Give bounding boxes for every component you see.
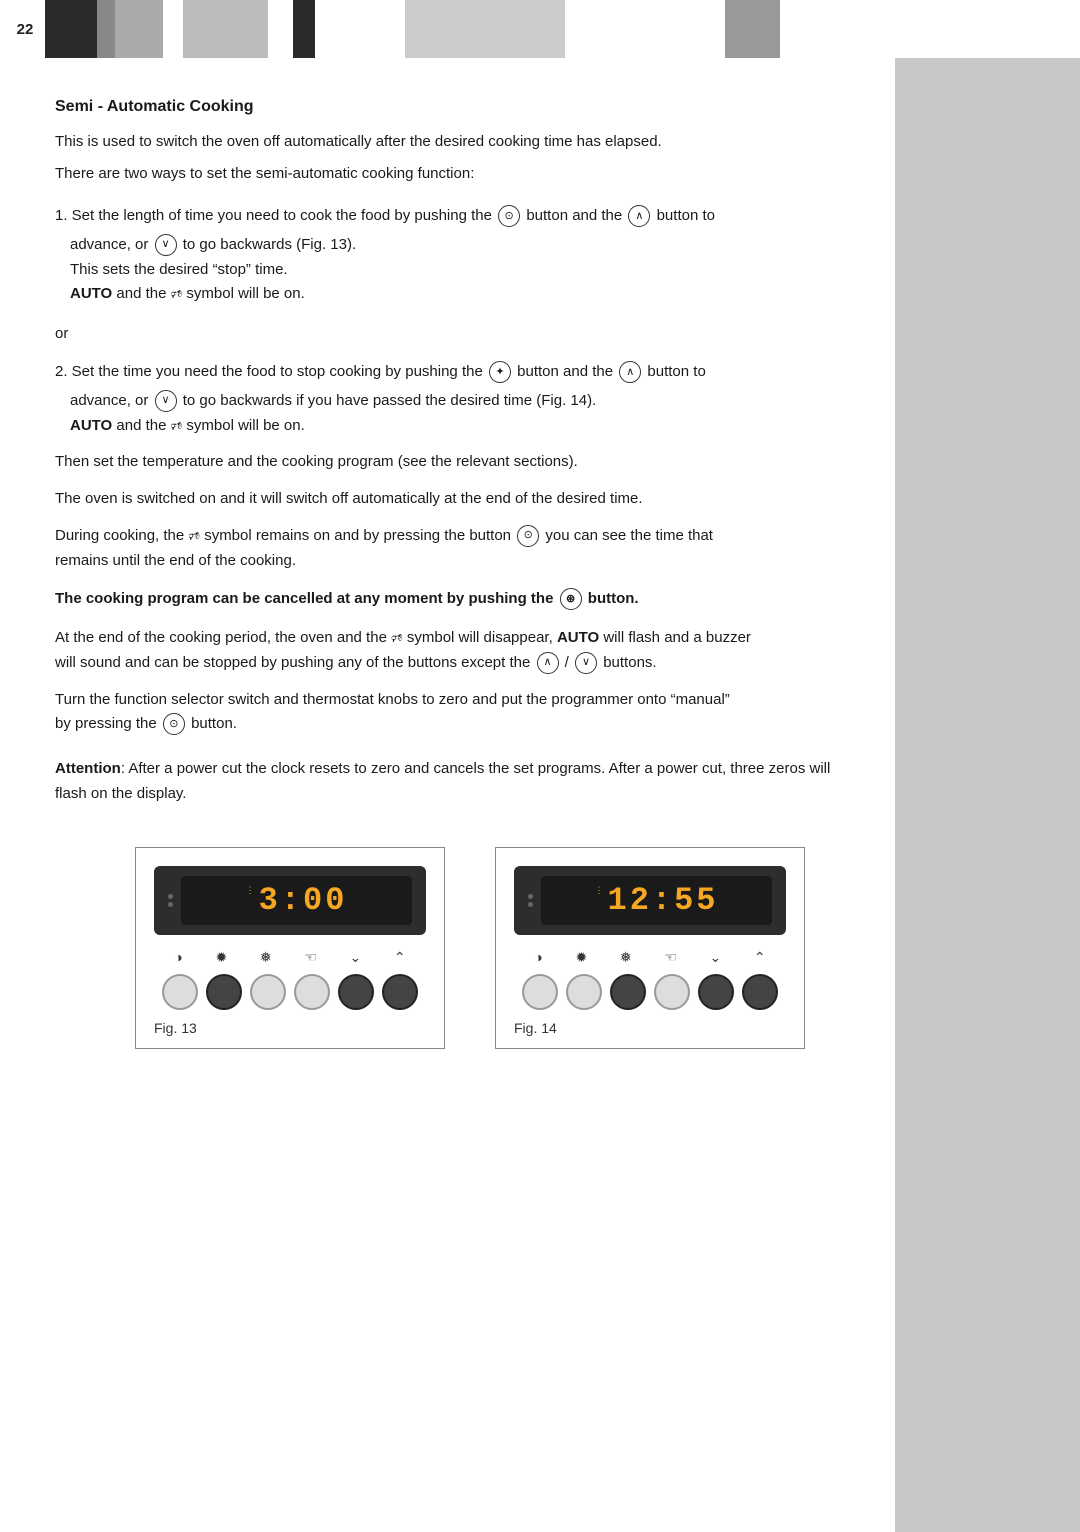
timer-icon-1: ⊙ bbox=[498, 205, 520, 227]
auto-bold: AUTO bbox=[557, 629, 599, 646]
icon-snowflake-13: ❅ bbox=[260, 949, 272, 966]
dot-2 bbox=[168, 902, 173, 907]
header-block-6 bbox=[268, 0, 293, 58]
header-block-8 bbox=[315, 0, 405, 58]
step2-indent: advance, or ∨ to go backwards if you hav… bbox=[55, 389, 845, 439]
header-block-7 bbox=[293, 0, 315, 58]
header-bar: 22 bbox=[0, 0, 1080, 58]
auto-symbol-1: AUTO bbox=[70, 285, 112, 302]
figures-section: ⋮ 3:00 ◑ ✹ ❅ ☜ ⌄ ⌃ bbox=[55, 847, 845, 1049]
btn2-13[interactable] bbox=[206, 974, 242, 1010]
step2-block: 2. Set the time you need the food to sto… bbox=[55, 360, 845, 438]
step1-symbol-text: and the 🕫 symbol will be on. bbox=[116, 285, 304, 302]
step1-block: 1. Set the length of time you need to co… bbox=[55, 204, 845, 307]
btn1-14[interactable] bbox=[522, 974, 558, 1010]
header-block-10 bbox=[565, 0, 725, 58]
attention-block: Attention: After a power cut the clock r… bbox=[55, 757, 845, 807]
header-block-9 bbox=[405, 0, 565, 58]
figure-14: ⋮ 12:55 ◑ ✹ ❅ ☜ ⌄ ⌃ bbox=[495, 847, 805, 1049]
icon-snowflake-14: ❅ bbox=[620, 949, 632, 966]
btn6-13[interactable] bbox=[382, 974, 418, 1010]
header-decoration bbox=[45, 0, 780, 58]
attention-bold: Attention bbox=[55, 760, 121, 777]
step1-text: 1. Set the length of time you need to co… bbox=[55, 207, 715, 224]
step2-symbol-text: and the 🕫 symbol will be on. bbox=[116, 417, 304, 434]
icon-fork-14: ✹ bbox=[575, 949, 587, 966]
right-panel bbox=[895, 0, 1080, 1532]
btn4-13[interactable] bbox=[294, 974, 330, 1010]
main-content: Semi - Automatic Cooking This is used to… bbox=[0, 58, 900, 1089]
up-button-1: ∧ bbox=[628, 205, 650, 227]
header-block-1 bbox=[45, 0, 97, 58]
dot-4 bbox=[528, 902, 533, 907]
btn5-14[interactable] bbox=[698, 974, 734, 1010]
dot-3 bbox=[528, 894, 533, 899]
header-block-11 bbox=[725, 0, 780, 58]
buttons-row-13 bbox=[158, 974, 422, 1010]
btn4-14[interactable] bbox=[654, 974, 690, 1010]
manual-text: Turn the function selector switch and th… bbox=[55, 688, 845, 738]
display-time-13: 3:00 bbox=[259, 882, 348, 919]
dot-1 bbox=[168, 894, 173, 899]
fig14-label: Fig. 14 bbox=[514, 1020, 786, 1036]
indicator-13 bbox=[168, 894, 173, 907]
btn1-13[interactable] bbox=[162, 974, 198, 1010]
btn2-14[interactable] bbox=[566, 974, 602, 1010]
or-line: or bbox=[55, 325, 845, 342]
display-screen-14: ⋮ 12:55 bbox=[541, 876, 772, 925]
manual-icon: ⊙ bbox=[163, 713, 185, 735]
icon-hand-14: ☜ bbox=[664, 949, 677, 966]
auto-symbol-2: AUTO bbox=[70, 417, 112, 434]
figure-13: ⋮ 3:00 ◑ ✹ ❅ ☜ ⌄ ⌃ bbox=[135, 847, 445, 1049]
control-panel-14: ◑ ✹ ❅ ☜ ⌄ ⌃ bbox=[514, 949, 786, 1010]
up-button-2: ∧ bbox=[619, 361, 641, 383]
buttons-row-14 bbox=[518, 974, 782, 1010]
down-button-2: ∨ bbox=[155, 390, 177, 412]
btn5-13[interactable] bbox=[338, 974, 374, 1010]
icon-bell-14: ◑ bbox=[534, 949, 542, 965]
body-text-1: Then set the temperature and the cooking… bbox=[55, 450, 845, 475]
intro-line1: This is used to switch the oven off auto… bbox=[55, 130, 845, 154]
icon-up-13: ⌃ bbox=[394, 949, 406, 966]
step2-text: 2. Set the time you need the food to sto… bbox=[55, 363, 706, 380]
down-icon-cancel: ∨ bbox=[575, 652, 597, 674]
control-panel-13: ◑ ✹ ❅ ☜ ⌄ ⌃ bbox=[154, 949, 426, 1010]
btn6-14[interactable] bbox=[742, 974, 778, 1010]
icon-down-13: ⌄ bbox=[350, 949, 362, 966]
btn3-14[interactable] bbox=[610, 974, 646, 1010]
display-screen-13: ⋮ 3:00 bbox=[181, 876, 412, 925]
header-block-2 bbox=[97, 0, 115, 58]
down-button-1: ∨ bbox=[155, 234, 177, 256]
body-text-2: The oven is switched on and it will swit… bbox=[55, 487, 845, 512]
icon-fork-13: ✹ bbox=[215, 949, 227, 966]
icon-down-14: ⌄ bbox=[710, 949, 722, 966]
fig13-label: Fig. 13 bbox=[154, 1020, 426, 1036]
display-time-14: 12:55 bbox=[607, 882, 718, 919]
page-number: 22 bbox=[10, 21, 40, 38]
icon-hand-13: ☜ bbox=[304, 949, 317, 966]
step1-indent: advance, or ∨ to go backwards (Fig. 13).… bbox=[55, 233, 845, 307]
timer-icon-2: ✦ bbox=[489, 361, 511, 383]
icon-up-14: ⌃ bbox=[754, 949, 766, 966]
indicator-14 bbox=[528, 894, 533, 907]
icons-row-13: ◑ ✹ ❅ ☜ ⌄ ⌃ bbox=[158, 949, 422, 966]
cancel-icon: ⊛ bbox=[560, 588, 582, 610]
icon-bell-13: ◑ bbox=[174, 949, 182, 965]
intro-line2: There are two ways to set the semi-autom… bbox=[55, 162, 845, 186]
display-panel-13: ⋮ 3:00 bbox=[154, 866, 426, 935]
display-panel-14: ⋮ 12:55 bbox=[514, 866, 786, 935]
timer-icon-3: ⊙ bbox=[517, 525, 539, 547]
buzzer-text: At the end of the cooking period, the ov… bbox=[55, 626, 845, 676]
section-title: Semi - Automatic Cooking bbox=[55, 98, 845, 116]
cancel-line: The cooking program can be cancelled at … bbox=[55, 587, 845, 612]
btn3-13[interactable] bbox=[250, 974, 286, 1010]
header-block-5 bbox=[183, 0, 268, 58]
icons-row-14: ◑ ✹ ❅ ☜ ⌄ ⌃ bbox=[518, 949, 782, 966]
up-icon-cancel: ∧ bbox=[537, 652, 559, 674]
body-text-3: During cooking, the 🕫 symbol remains on … bbox=[55, 524, 845, 574]
header-block-4 bbox=[163, 0, 183, 58]
header-block-3 bbox=[115, 0, 163, 58]
